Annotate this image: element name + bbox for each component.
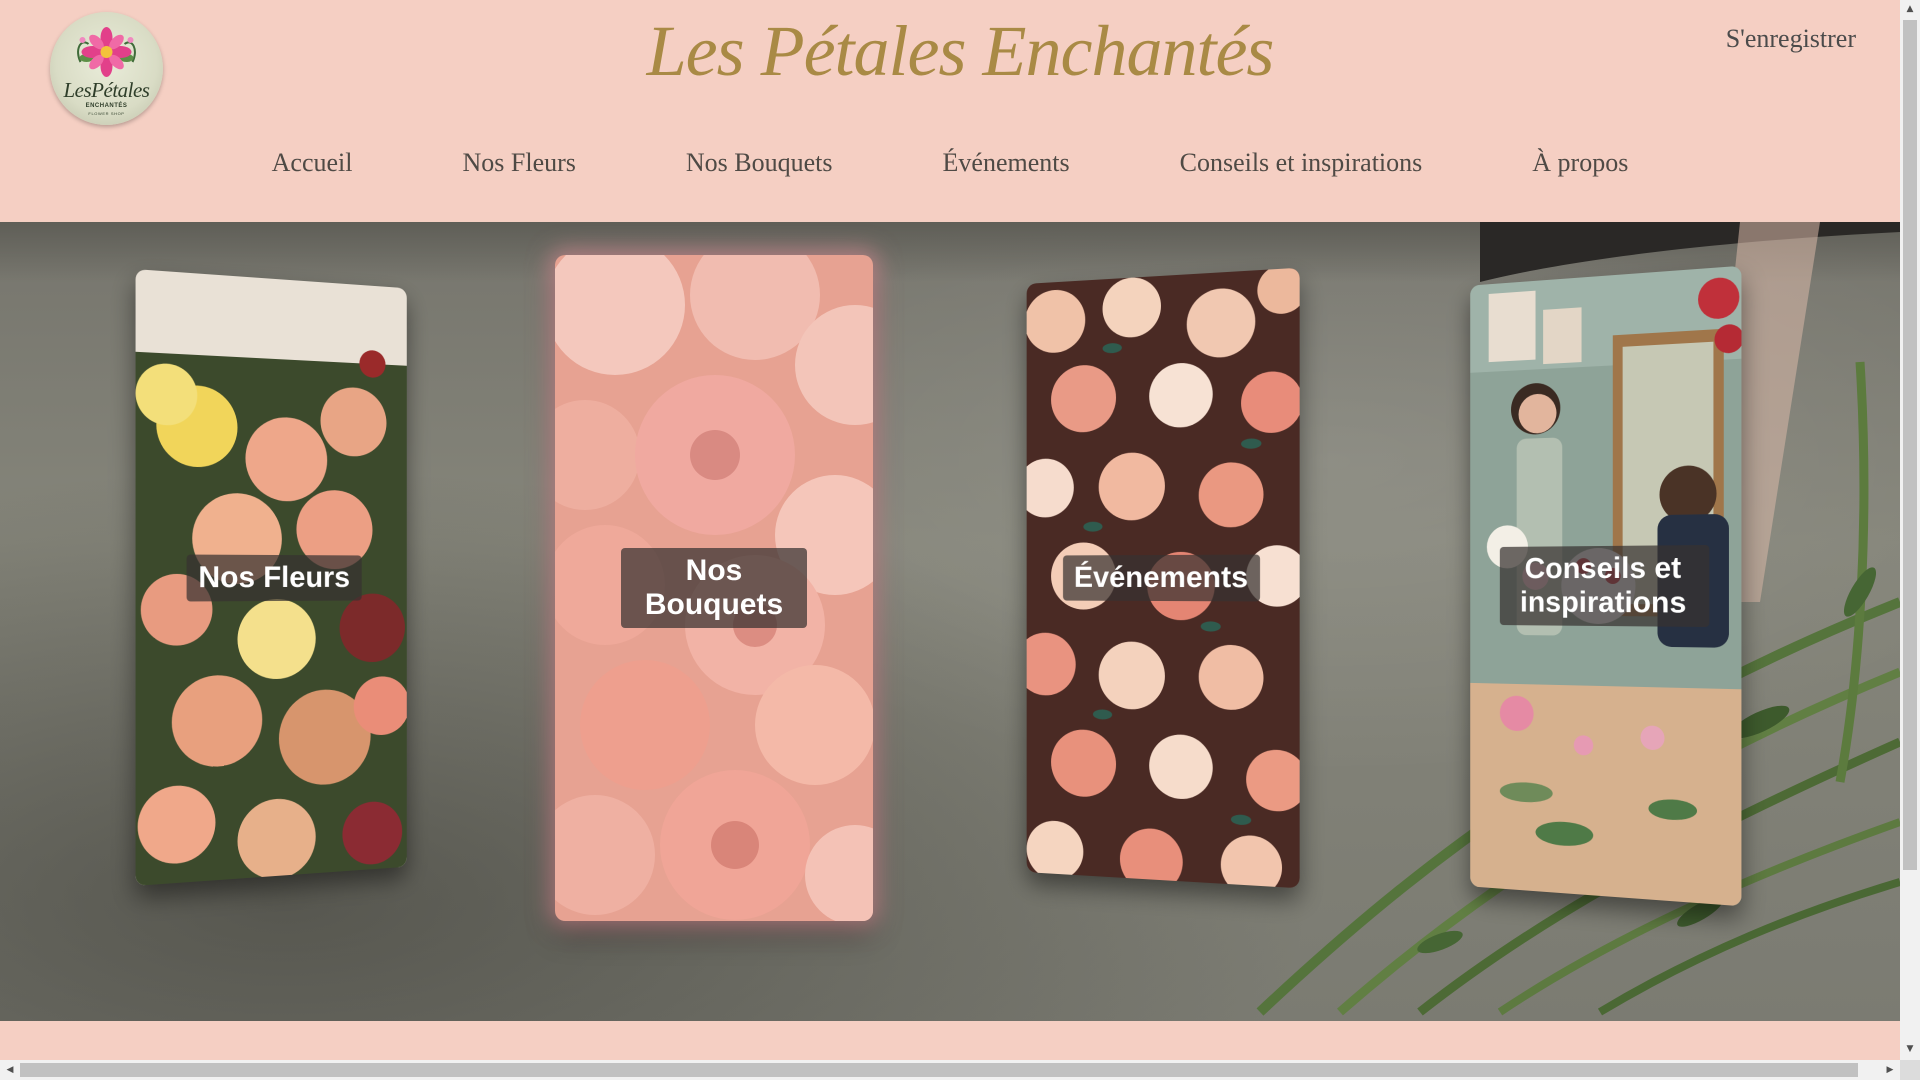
app-window: LesPétales ENCHANTÉS FLOWER SHOP Les Pét…	[0, 0, 1920, 1080]
register-link[interactable]: S'enregistrer	[1726, 24, 1856, 54]
category-card-nos-bouquets[interactable]: Nos Bouquets	[555, 255, 873, 921]
card-label-nos-bouquets-text: Nos Bouquets	[644, 554, 784, 621]
card-label-nos-bouquets: Nos Bouquets	[621, 548, 807, 628]
vertical-scrollbar[interactable]: ▲ ▼	[1900, 0, 1920, 1060]
card-label-nos-fleurs: Nos Fleurs	[186, 554, 362, 601]
horizontal-scrollbar[interactable]: ◀ ▶	[0, 1060, 1900, 1080]
category-card-evenements[interactable]: Événements	[1026, 267, 1300, 889]
main-nav: Accueil Nos Fleurs Nos Bouquets Événemen…	[0, 148, 1900, 178]
scroll-up-arrow-icon[interactable]: ▲	[1900, 0, 1920, 18]
category-card-conseils[interactable]: Conseils et inspirations	[1470, 265, 1742, 907]
scrollbar-corner	[1900, 1060, 1920, 1080]
hero-section: Nos Fleurs Nos Bouquets Événements Conse…	[0, 222, 1900, 1021]
vertical-scroll-thumb[interactable]	[1903, 20, 1917, 870]
site-header: LesPétales ENCHANTÉS FLOWER SHOP Les Pét…	[0, 0, 1900, 222]
logo-tagline: FLOWER SHOP	[88, 111, 125, 116]
nav-item-nos-bouquets[interactable]: Nos Bouquets	[686, 148, 833, 178]
nav-item-conseils[interactable]: Conseils et inspirations	[1180, 148, 1423, 178]
logo-subtext: ENCHANTÉS	[85, 103, 128, 109]
card-label-evenements: Événements	[1062, 554, 1261, 602]
nav-item-nos-fleurs[interactable]: Nos Fleurs	[463, 148, 576, 178]
card-label-conseils: Conseils et inspirations	[1499, 544, 1709, 628]
horizontal-scroll-thumb[interactable]	[20, 1063, 1858, 1077]
nav-item-evenements[interactable]: Événements	[943, 148, 1070, 178]
site-title: Les Pétales Enchantés	[646, 11, 1275, 91]
scroll-left-arrow-icon[interactable]: ◀	[0, 1060, 20, 1080]
nav-item-a-propos[interactable]: À propos	[1532, 148, 1628, 178]
card-label-conseils-text: Conseils et inspirations	[1519, 551, 1687, 620]
scroll-down-arrow-icon[interactable]: ▼	[1900, 1040, 1920, 1058]
category-card-nos-fleurs[interactable]: Nos Fleurs	[135, 269, 407, 886]
nav-item-accueil[interactable]: Accueil	[272, 148, 353, 178]
scroll-right-arrow-icon[interactable]: ▶	[1880, 1060, 1900, 1080]
